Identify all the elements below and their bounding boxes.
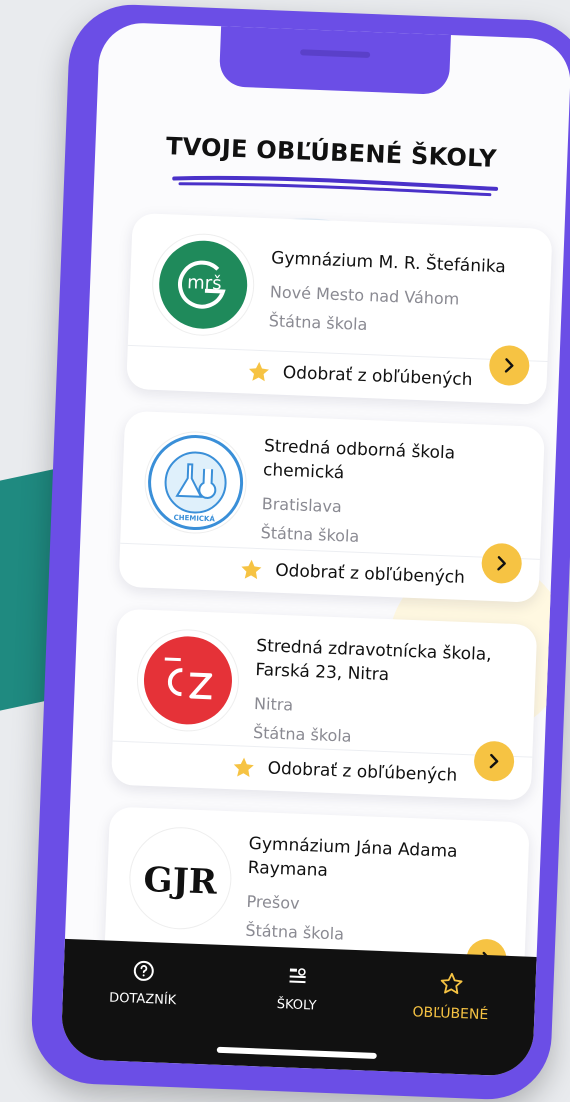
home-indicator [216,1046,377,1059]
remove-favorite-button[interactable]: Odobrať z obľúbených [239,557,465,590]
school-type: Štátna škola [268,311,368,335]
school-card[interactable]: CHEMICKÁ Stredná odborná škola chemická … [118,410,545,603]
nav-label-skoly: ŠKOLY [276,997,317,1014]
star-outline-icon [440,972,463,994]
nav-label-dotaznik: DOTAZNÍK [108,990,177,1009]
heart-logo-icon: ČZ [135,627,241,734]
mrs-logo-text: mrš [187,272,222,294]
phone-mockup: TVOJE OBĽÚBENÉ ŠKOLY mrš Gymnázium M. R.… [29,2,570,1102]
open-school-button[interactable] [473,740,515,782]
phone-notch [218,24,452,95]
school-city: Bratislava [261,494,343,517]
card-divider [127,344,548,362]
app-screen: TVOJE OBĽÚBENÉ ŠKOLY mrš Gymnázium M. R.… [60,21,570,1077]
school-name: Stredná zdravotnícka škola, Farská 23, N… [255,636,492,686]
school-name: Gymnázium Jána Adama Raymana [247,833,458,881]
remove-favorite-button[interactable]: Odobrať z obľúbených [246,359,473,392]
school-name: Gymnázium M. R. Štefánika [270,248,507,278]
speaker-grille [300,49,371,58]
gjr-logo-text: GJR [143,860,219,903]
school-city: Nové Mesto nad Váhom [269,282,460,309]
chevron-right-icon [497,556,506,571]
bottom-navigation: DOTAZNÍK ŠKOLY OBĽÚBENÉ [60,938,537,1077]
remove-favorite-label: Odobrať z obľúbených [267,758,458,786]
star-icon [233,757,254,777]
open-school-button[interactable] [480,542,523,585]
chevron-right-icon [489,753,499,769]
mrs-logo-icon: mrš [150,231,257,338]
nav-item-skoly[interactable]: ŠKOLY [226,963,368,1015]
school-card[interactable]: mrš Gymnázium M. R. Štefánika Nové Mesto… [126,212,553,405]
gjr-logo-icon: GJR [127,825,234,932]
school-city: Prešov [246,891,300,913]
page-header: TVOJE OBĽÚBENÉ ŠKOLY [95,129,568,175]
school-type: Štátna škola [245,920,345,944]
school-type: Štátna škola [260,523,360,546]
svg-text:CHEMICKÁ: CHEMICKÁ [173,513,215,524]
star-icon [241,559,262,580]
remove-favorite-label: Odobrať z obľúbených [282,362,473,391]
school-name: Stredná odborná škola chemická [262,436,456,484]
nav-label-oblubene: OBĽÚBENÉ [412,1004,489,1024]
question-circle-icon [133,960,154,981]
school-card[interactable]: ČZ Stredná zdravotnícka škola, Farská 23… [110,608,538,801]
remove-favorite-button[interactable]: Odobrať z obľúbených [231,755,458,788]
school-list-icon [289,968,306,984]
nav-item-oblubene[interactable]: OBĽÚBENÉ [380,969,522,1024]
chevron-right-icon [504,358,514,373]
star-icon [248,361,269,382]
nav-item-dotaznik[interactable]: DOTAZNÍK [72,957,214,1009]
title-underline [172,175,499,197]
remove-favorite-label: Odobrať z obľúbených [274,560,466,588]
school-city: Nitra [253,693,294,715]
open-school-button[interactable] [488,344,531,387]
page-title: TVOJE OBĽÚBENÉ ŠKOLY [165,132,498,173]
chemistry-flask-icon: CHEMICKÁ [142,429,249,536]
